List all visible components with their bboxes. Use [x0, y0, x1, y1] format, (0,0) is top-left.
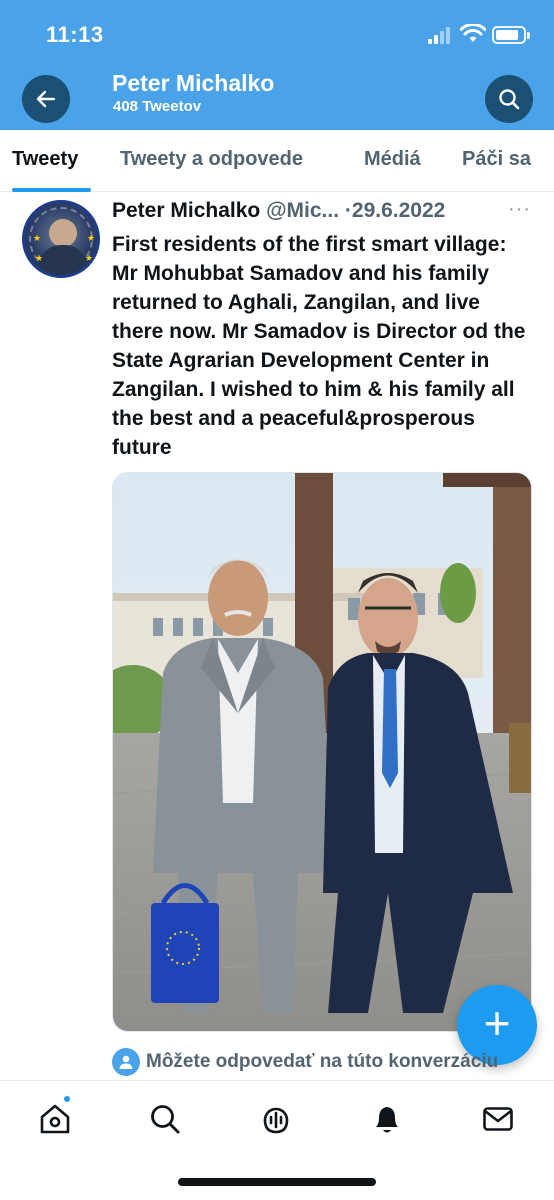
- tweet-text: First residents of the first smart villa…: [112, 233, 526, 459]
- tweet-handle[interactable]: @Mic...: [266, 199, 339, 222]
- tweet-photo[interactable]: [112, 472, 532, 1032]
- meta-separator: ·: [344, 199, 352, 222]
- battery-icon: [492, 26, 530, 44]
- cellular-signal-icon: [428, 26, 454, 44]
- arrow-left-icon: [36, 90, 56, 108]
- tab-tweets-and-replies[interactable]: Tweety a odpovede: [120, 148, 303, 171]
- photo-image: [113, 473, 531, 1031]
- nav-home[interactable]: [35, 1099, 75, 1139]
- avatar[interactable]: ★ ★ ★ ★: [22, 200, 100, 278]
- reply-notice-text: Môžete odpovedať na túto konverzáciu: [146, 1051, 499, 1072]
- reply-notice: Môžete odpovedať na túto konverzáciu: [112, 1045, 498, 1079]
- nav-spaces[interactable]: [256, 1099, 296, 1139]
- more-options-icon[interactable]: ···: [508, 198, 531, 221]
- envelope-icon: [483, 1107, 513, 1131]
- user-mention-icon: [112, 1048, 140, 1076]
- tweet-author-name[interactable]: Peter Michalko: [112, 199, 260, 222]
- notification-dot: [62, 1094, 72, 1104]
- profile-tabs: Tweety Tweety a odpovede Médiá Páči sa: [0, 130, 554, 192]
- nav-search[interactable]: [145, 1099, 185, 1139]
- wifi-icon: [460, 24, 486, 42]
- nav-messages[interactable]: [478, 1099, 518, 1139]
- bell-icon: [376, 1107, 398, 1133]
- tweet-date[interactable]: 29.6.2022: [352, 199, 445, 222]
- tweet-count: 408 Tweetov: [113, 98, 202, 115]
- tab-media[interactable]: Médiá: [364, 148, 421, 171]
- home-indicator: [178, 1178, 376, 1186]
- profile-name: Peter Michalko: [112, 70, 275, 96]
- search-icon: [151, 1105, 180, 1134]
- tweet-header: Peter Michalko @Mic... ·29.6.2022: [112, 199, 445, 223]
- tab-tweets[interactable]: Tweety: [12, 148, 78, 171]
- search-button[interactable]: [485, 75, 533, 123]
- search-icon: [499, 89, 520, 110]
- nav-notifications[interactable]: [367, 1099, 407, 1139]
- profile-header: 11:13 Peter Michalko 408 Tweetov: [0, 0, 554, 130]
- active-tab-indicator: [12, 188, 91, 192]
- home-icon: [40, 1104, 70, 1134]
- spaces-icon: [263, 1107, 289, 1134]
- back-button[interactable]: [22, 75, 70, 123]
- tab-likes[interactable]: Páči sa: [462, 148, 531, 171]
- status-bar: 11:13: [0, 0, 554, 66]
- status-time: 11:13: [46, 22, 104, 47]
- plus-icon: +: [483, 997, 511, 1049]
